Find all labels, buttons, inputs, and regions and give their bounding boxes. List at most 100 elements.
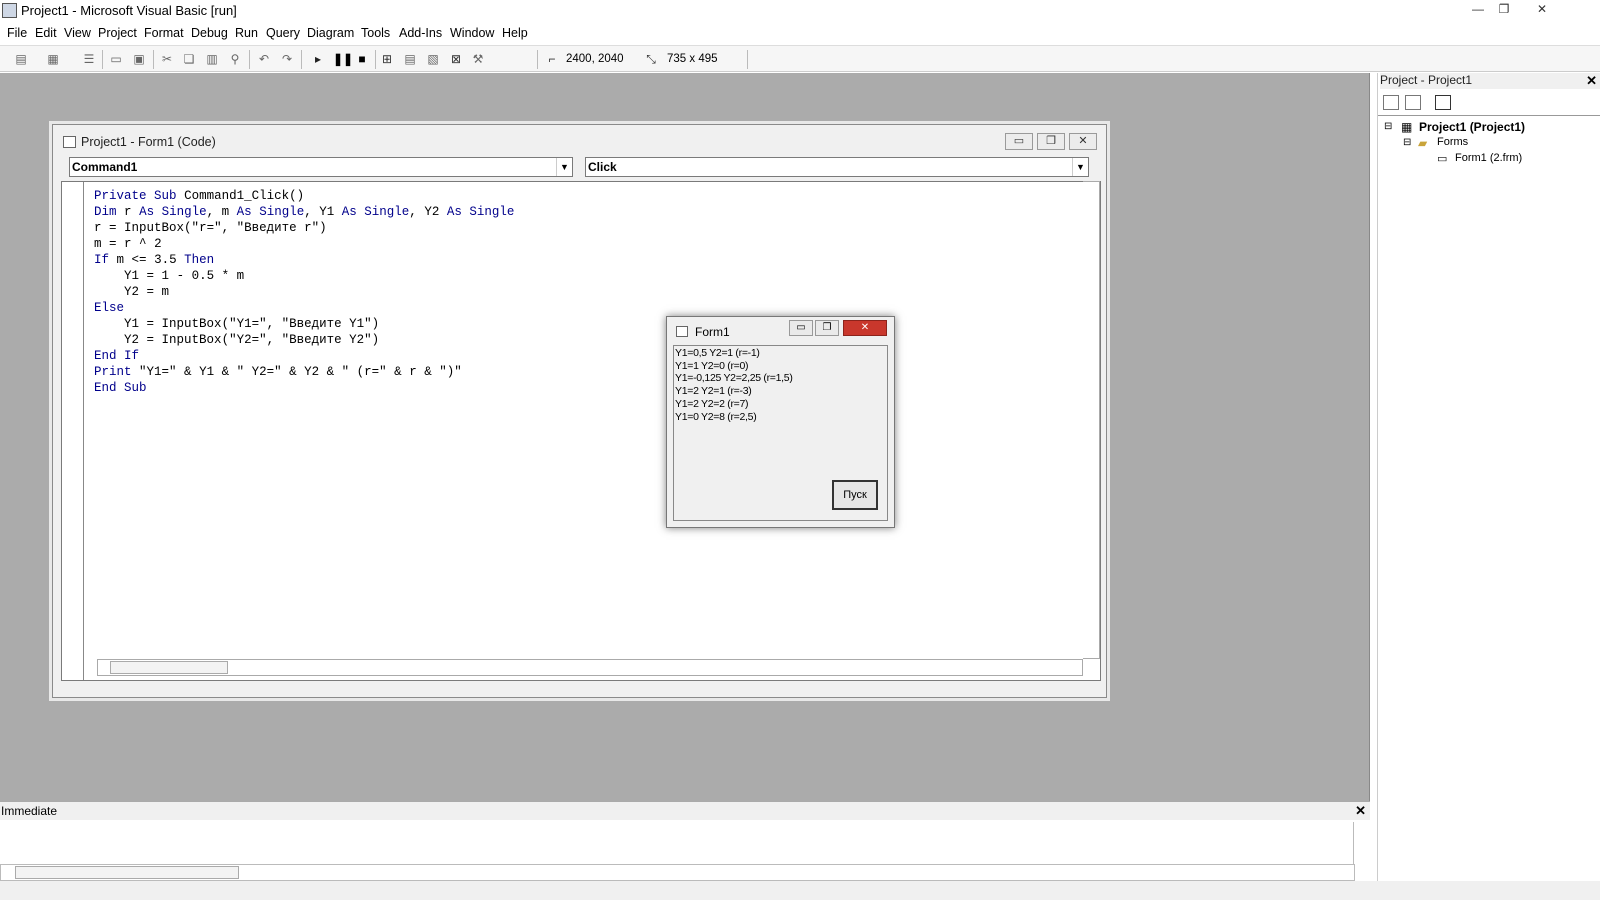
code-line[interactable]: End If (94, 348, 514, 364)
output-line: Y1=2 Y2=2 (r=7) (675, 397, 749, 410)
project-explorer-icon[interactable]: ⊞ (380, 52, 394, 66)
code-restore-button[interactable]: ❐ (1037, 133, 1065, 150)
tree-forms-folder[interactable]: Forms (1437, 136, 1468, 148)
procedure-combo[interactable]: Click ▼ (585, 157, 1089, 177)
chevron-down-icon[interactable]: ▼ (556, 158, 572, 176)
code-line[interactable]: Else (94, 300, 514, 316)
restore-button[interactable]: ❐ (1492, 2, 1516, 17)
add-form-icon[interactable]: ▦ (46, 52, 60, 66)
window-title: Project1 - Microsoft Visual Basic [run] (21, 3, 237, 18)
open-icon[interactable]: ▭ (109, 52, 123, 66)
form1-restore-button[interactable]: ❐ (815, 320, 839, 336)
menu-bar: File Edit View Project Format Debug Run … (0, 22, 1600, 44)
immediate-title: Immediate (0, 802, 1370, 820)
menu-editor-icon[interactable]: ☰ (82, 52, 96, 66)
project-explorer: Project - Project1 ✕ ⊟ ▦ Project1 (Proje… (1377, 73, 1600, 881)
save-icon[interactable]: ▣ (132, 52, 146, 66)
find-icon[interactable]: ⚲ (228, 52, 242, 66)
project-explorer-title-text: Project - Project1 (1380, 73, 1473, 87)
menu-edit[interactable]: Edit (35, 26, 57, 40)
pusk-button[interactable]: Пуск (832, 480, 878, 510)
standard-toolbar: ▤ ▦ ☰ ▭ ▣ ✂ ❏ ▥ ⚲ ↶ ↷ ▸ ❚❚ ■ ⊞ ▤ ▧ ⊠ ⚒ ⌐… (0, 45, 1600, 72)
form1-icon (676, 326, 688, 337)
folder-icon: ▰ (1418, 136, 1428, 150)
add-project-icon[interactable]: ▤ (14, 52, 28, 66)
code-minimize-button[interactable]: ▭ (1005, 133, 1033, 150)
code-text[interactable]: Private Sub Command1_Click() Dim r As Sin… (94, 188, 514, 396)
close-icon[interactable]: ✕ (1586, 73, 1597, 89)
code-line[interactable]: Y1 = InputBox("Y1=", "Введите Y1") (94, 316, 514, 332)
project-icon: ▦ (1401, 120, 1413, 134)
object-combo-value: Command1 (72, 160, 138, 174)
form1-close-button[interactable]: ✕ (843, 320, 887, 336)
output-line: Y1=-0,125 Y2=2,25 (r=1,5) (675, 372, 793, 385)
code-window-title: Project1 - Form1 (Code) (81, 135, 216, 149)
view-code-icon[interactable] (1383, 95, 1399, 110)
collapse-icon[interactable]: ⊟ (1403, 137, 1411, 148)
properties-window-icon[interactable]: ▤ (403, 52, 417, 66)
output-line: Y1=0,5 Y2=1 (r=-1) (675, 347, 760, 359)
size-readout: 735 x 495 (667, 53, 718, 65)
toolbox-icon[interactable]: ⚒ (471, 52, 485, 66)
menu-window[interactable]: Window (450, 26, 494, 40)
code-line[interactable]: End Sub (94, 380, 514, 396)
close-icon[interactable]: ✕ (1355, 803, 1366, 819)
immediate-window: Immediate ✕ (0, 801, 1370, 881)
close-button[interactable]: ✕ (1528, 2, 1556, 17)
form-icon: ▭ (1437, 153, 1448, 165)
scroll-thumb[interactable] (110, 661, 228, 674)
code-editor[interactable]: Private Sub Command1_Click() Dim r As Sin… (61, 181, 1101, 681)
code-line[interactable]: m = r ^ 2 (94, 236, 514, 252)
code-line[interactable]: Y1 = 1 - 0.5 * m (94, 268, 514, 284)
minimize-button[interactable]: — (1466, 2, 1490, 17)
chevron-down-icon[interactable]: ▼ (1072, 158, 1088, 176)
code-line[interactable]: Private Sub Command1_Click() (94, 188, 514, 204)
output-line: Y1=1 Y2=0 (r=0) (675, 359, 749, 372)
menu-format[interactable]: Format (144, 26, 184, 40)
menu-tools[interactable]: Tools (361, 26, 390, 40)
cut-icon[interactable]: ✂ (160, 52, 174, 66)
code-line[interactable]: If m <= 3.5 Then (94, 252, 514, 268)
view-object-icon[interactable] (1405, 95, 1421, 110)
copy-icon[interactable]: ❏ (182, 52, 196, 66)
end-icon[interactable]: ■ (355, 52, 369, 66)
code-line[interactable]: Y2 = InputBox("Y2=", "Введите Y2") (94, 332, 514, 348)
code-close-button[interactable]: ✕ (1069, 133, 1097, 150)
title-bar: Project1 - Microsoft Visual Basic [run] … (0, 0, 1600, 22)
position-readout: 2400, 2040 (566, 53, 624, 65)
menu-run[interactable]: Run (235, 26, 258, 40)
menu-debug[interactable]: Debug (191, 26, 228, 40)
menu-file[interactable]: File (7, 26, 27, 40)
code-line[interactable]: Print "Y1=" & Y1 & " Y2=" & Y2 & " (r=" … (94, 364, 514, 380)
code-vertical-scrollbar[interactable] (1083, 181, 1100, 659)
code-line[interactable]: Y2 = m (94, 284, 514, 300)
collapse-icon[interactable]: ⊟ (1384, 121, 1392, 132)
immediate-vertical-scrollbar[interactable] (1353, 822, 1370, 864)
menu-project[interactable]: Project (98, 26, 137, 40)
break-icon[interactable]: ❚❚ (333, 52, 353, 66)
menu-diagram[interactable]: Diagram (307, 26, 354, 40)
tree-form1-item[interactable]: Form1 (2.frm) (1455, 152, 1522, 164)
immediate-horizontal-scrollbar[interactable] (0, 864, 1355, 881)
redo-icon[interactable]: ↷ (280, 52, 294, 66)
menu-query[interactable]: Query (266, 26, 300, 40)
menu-help[interactable]: Help (502, 26, 528, 40)
scroll-thumb[interactable] (15, 866, 239, 879)
undo-icon[interactable]: ↶ (257, 52, 271, 66)
menu-add-ins[interactable]: Add-Ins (399, 26, 442, 40)
form1-minimize-button[interactable]: ▭ (789, 320, 813, 336)
object-combo[interactable]: Command1 ▼ (69, 157, 573, 177)
code-horizontal-scrollbar[interactable] (97, 659, 1083, 676)
menu-view[interactable]: View (64, 26, 91, 40)
paste-icon[interactable]: ▥ (205, 52, 219, 66)
object-browser-icon[interactable]: ⊠ (449, 52, 463, 66)
form-layout-icon[interactable]: ▧ (426, 52, 440, 66)
margin-indicator-bar[interactable] (62, 182, 84, 680)
immediate-input[interactable] (2, 823, 1352, 863)
code-line[interactable]: r = InputBox("r=", "Введите r") (94, 220, 514, 236)
code-line[interactable]: Dim r As Single, m As Single, Y1 As Sing… (94, 204, 514, 220)
start-icon[interactable]: ▸ (311, 52, 325, 66)
vb-app-icon (2, 3, 17, 18)
tree-project-root[interactable]: Project1 (Project1) (1419, 120, 1525, 134)
toggle-folders-icon[interactable] (1435, 95, 1451, 110)
